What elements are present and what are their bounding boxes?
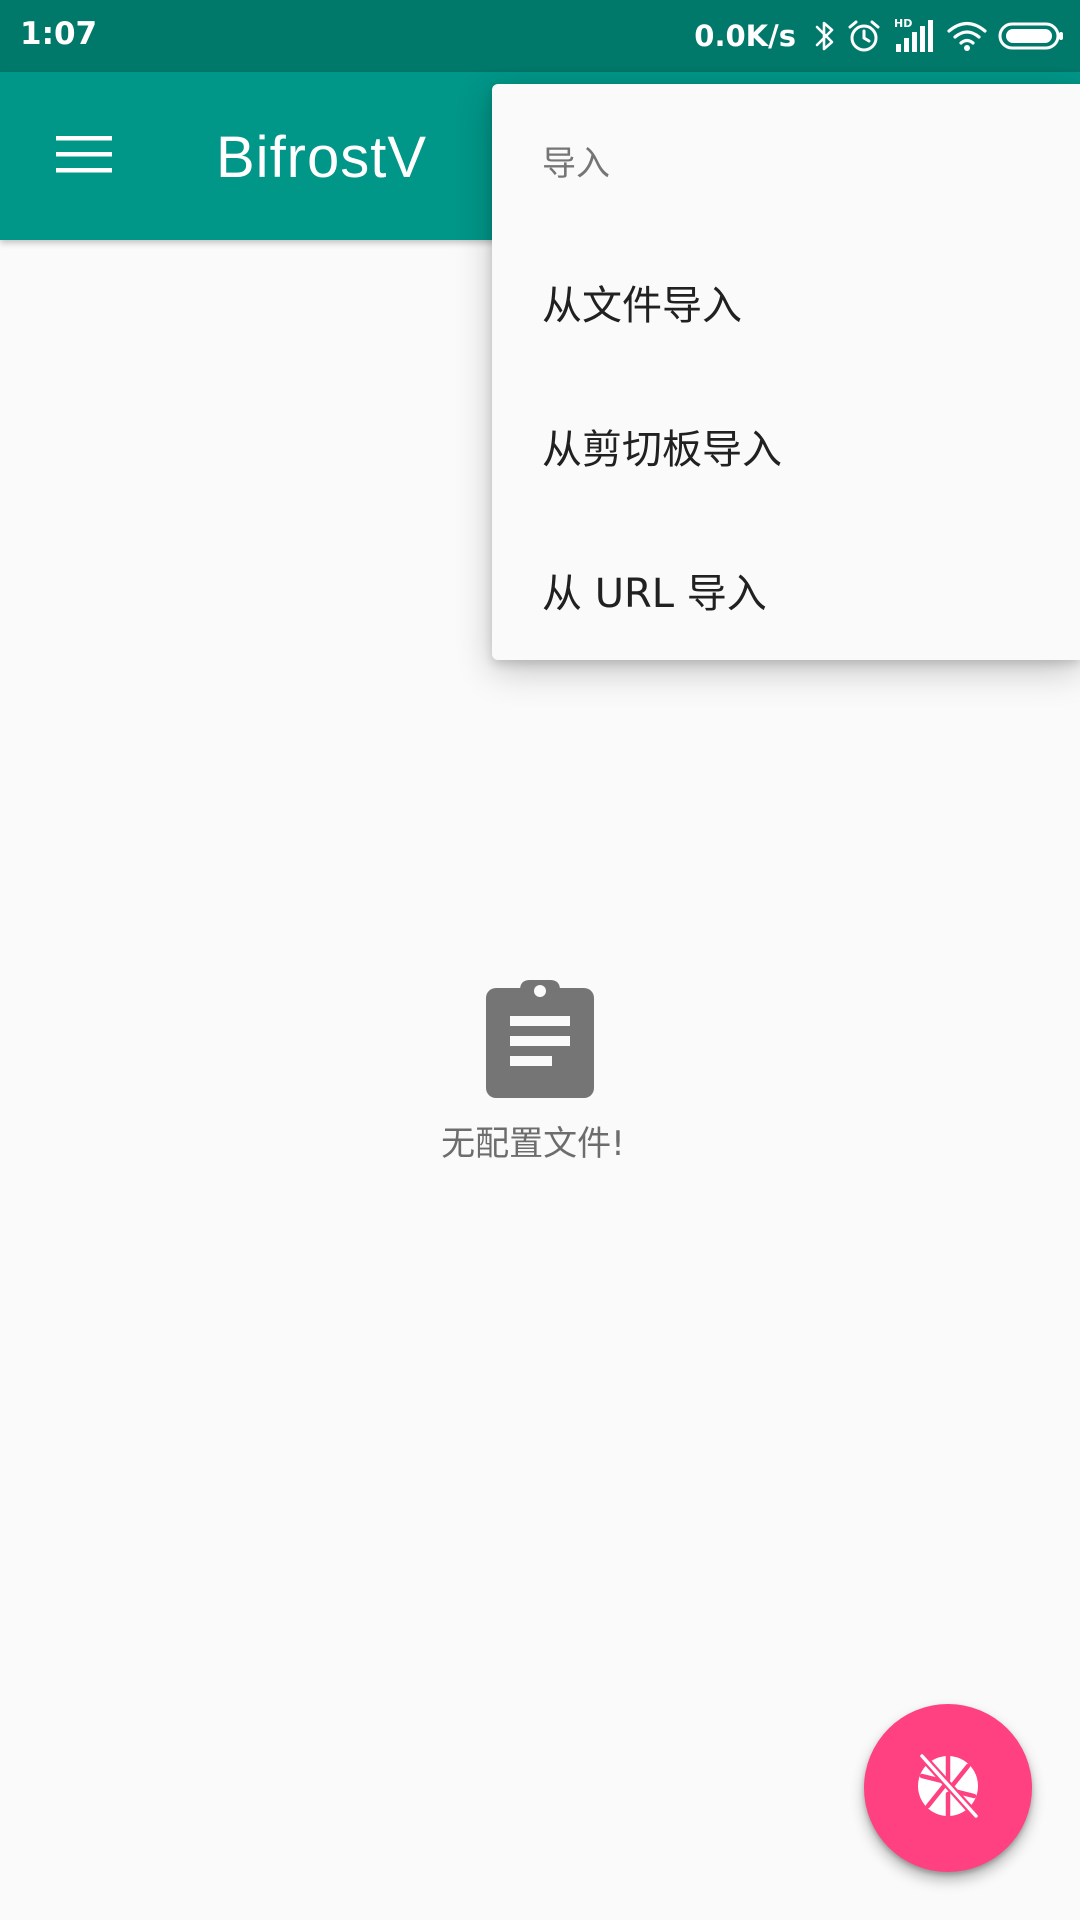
clipboard-icon [486,976,594,1098]
status-icons: 0.0K/s HD [694,0,1064,72]
empty-state-message: 无配置文件! [441,1124,625,1164]
app-title: BifrostV [216,125,428,190]
bluetooth-icon [814,18,836,54]
menu-item-import-url[interactable]: 从 URL 导入 [492,518,1080,662]
hamburger-menu-icon [56,134,112,178]
connect-fab-button[interactable] [864,1704,1032,1872]
network-speed: 0.0K/s [694,19,796,53]
status-bar: 1:07 0.0K/s HD [0,0,1080,72]
menu-item-import-clipboard[interactable]: 从剪切板导入 [492,374,1080,518]
menu-item-label: 从文件导入 [542,283,742,329]
menu-button[interactable] [40,112,128,200]
menu-item-import-file[interactable]: 从文件导入 [492,230,1080,374]
wifi-icon [946,19,988,53]
status-time: 1:07 [20,16,98,52]
battery-icon [998,21,1064,51]
shutter-off-icon [908,1746,988,1830]
svg-text:HD: HD [894,17,912,30]
import-menu: 导入 从文件导入 从剪切板导入 从 URL 导入 [492,84,1080,660]
menu-item-label: 从 URL 导入 [542,571,767,617]
menu-header: 导入 [542,144,610,184]
hd-signal-icon: HD [892,16,936,56]
alarm-icon [846,18,882,54]
menu-item-label: 从剪切板导入 [542,427,782,473]
screen: 1:07 0.0K/s HD BifrostV 无配置文件! 导入 从文件导入 … [0,0,1080,1920]
